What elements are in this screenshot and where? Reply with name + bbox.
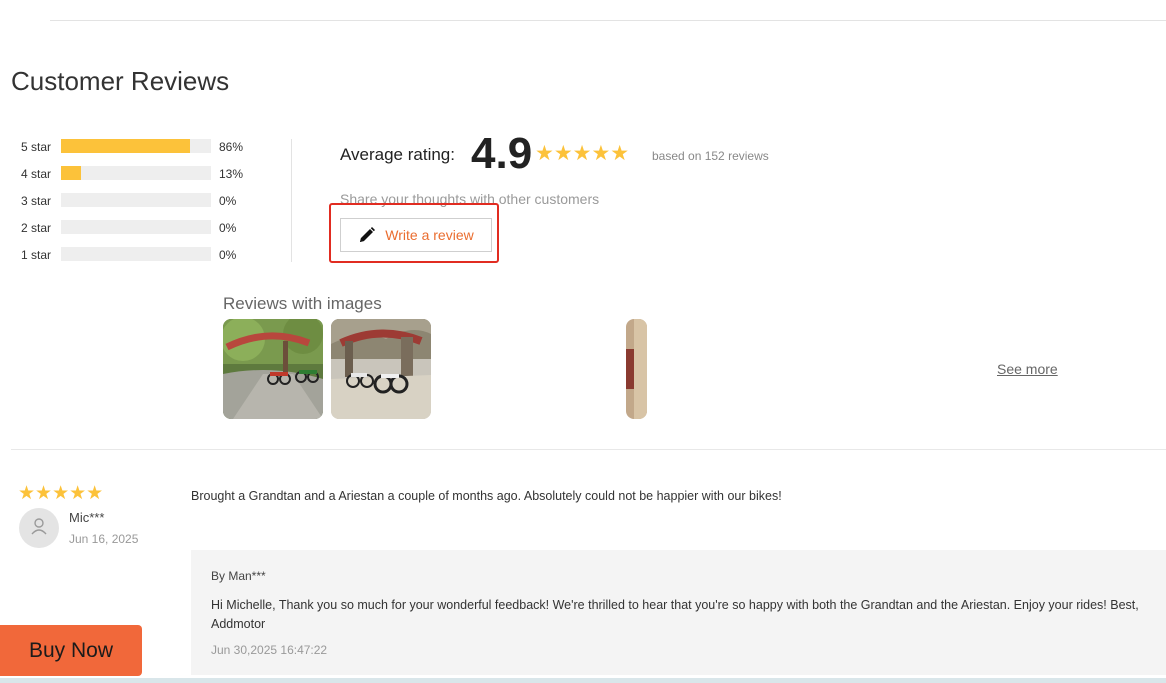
review-image-thumbnail[interactable] [331, 319, 431, 419]
reply-author: By Man*** [211, 569, 266, 583]
distribution-percent: 0% [219, 221, 237, 235]
avatar [19, 508, 59, 548]
bottom-strip [0, 678, 1166, 683]
distribution-label: 5 star [21, 140, 52, 154]
average-rating-label: Average rating: [340, 145, 455, 164]
distribution-row-1[interactable]: 1 star 0% [21, 245, 261, 272]
review-count: based on 152 reviews [652, 149, 769, 163]
review-image-thumbnail[interactable] [223, 319, 323, 419]
top-divider [50, 20, 1166, 21]
review-stars: ★★★★★ [18, 483, 104, 504]
distribution-bar [61, 166, 211, 180]
distribution-percent: 0% [219, 248, 237, 262]
distribution-percent: 0% [219, 194, 237, 208]
rating-distribution: 5 star 86% 4 star 13% 3 star 0% 2 star 0… [21, 137, 261, 272]
review-author: Mic*** [69, 510, 105, 525]
distribution-label: 3 star [21, 194, 52, 208]
distribution-label: 2 star [21, 221, 52, 235]
reply-time: Jun 30,2025 16:47:22 [211, 643, 328, 657]
distribution-label: 4 star [21, 167, 52, 181]
distribution-bar-fill [61, 139, 190, 153]
distribution-row-4[interactable]: 4 star 13% [21, 164, 261, 191]
section-title: Customer Reviews [11, 66, 230, 96]
pencil-icon [358, 226, 376, 244]
reviews-with-images-title: Reviews with images [223, 294, 382, 313]
review-image-thumbnail[interactable] [626, 319, 647, 419]
distribution-percent: 13% [219, 167, 244, 181]
write-review-label: Write a review [385, 227, 474, 243]
distribution-bar [61, 193, 211, 207]
distribution-row-5[interactable]: 5 star 86% [21, 137, 261, 164]
write-review-button[interactable]: Write a review [340, 218, 492, 252]
distribution-bar [61, 139, 211, 153]
distribution-bar-fill [61, 166, 81, 180]
review-text: Brought a Grandtan and a Ariestan a coup… [191, 489, 782, 503]
distribution-percent: 86% [219, 140, 244, 154]
average-rating-stars: ★★★★★ [535, 142, 630, 165]
user-icon [30, 517, 48, 540]
distribution-bar [61, 247, 211, 261]
section-divider [11, 449, 1166, 450]
merchant-reply: By Man*** Hi Michelle, Thank you so much… [191, 550, 1166, 675]
buy-now-button[interactable]: Buy Now [0, 625, 142, 676]
distribution-row-2[interactable]: 2 star 0% [21, 218, 261, 245]
see-more-link[interactable]: See more [997, 361, 1058, 377]
distribution-row-3[interactable]: 3 star 0% [21, 191, 261, 218]
share-prompt: Share your thoughts with other customers [340, 191, 600, 207]
vertical-divider [291, 139, 292, 262]
review-date: Jun 16, 2025 [69, 532, 139, 546]
distribution-label: 1 star [21, 248, 52, 262]
reply-text: Hi Michelle, Thank you so much for your … [211, 598, 1139, 631]
distribution-bar [61, 220, 211, 234]
average-rating-value: 4.9 [471, 129, 533, 178]
